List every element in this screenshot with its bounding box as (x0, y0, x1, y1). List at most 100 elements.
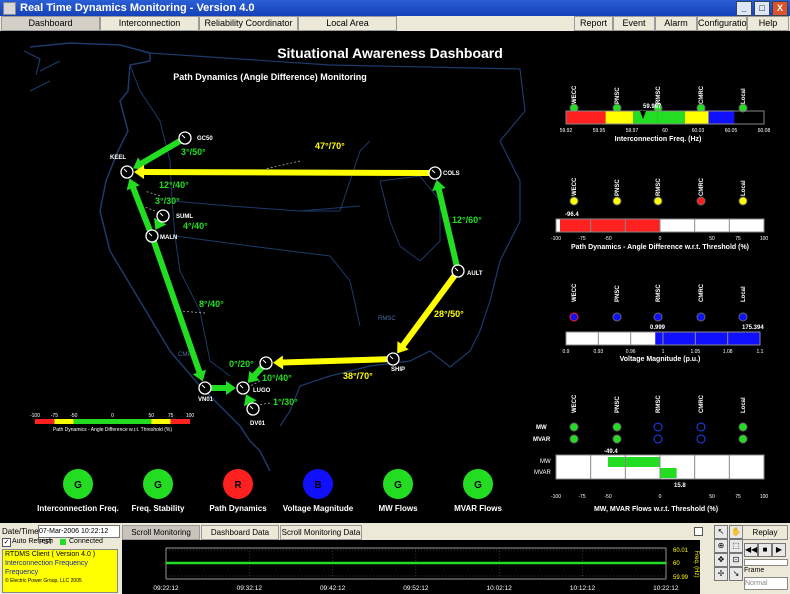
path-line (136, 138, 182, 169)
angle-tick: -100 (551, 236, 561, 242)
voltage-min-value: 0.999 (650, 325, 666, 331)
info-line-1: Interconnection Frequency (5, 560, 88, 567)
node-label-gc50: GC50 (197, 136, 213, 142)
scroll-chart: 60.01 60 59.99 Freq. (Hz) 09:22:12 09:32:12 09… (122, 540, 700, 594)
close-button[interactable]: X (772, 1, 788, 16)
voltage-tick: 1.05 (690, 349, 700, 355)
replay-button[interactable]: Replay (742, 525, 788, 540)
map-scale-caption: Path Dynamics - Angle Difference w.r.t. … (53, 427, 172, 433)
pan-tool-icon[interactable]: ✥ (714, 553, 728, 567)
cursor-tool-icon[interactable]: ↘ (729, 567, 743, 581)
flow-tick: -100 (551, 494, 561, 500)
client-version: RTDMS Client ( Version 4.0 ) (5, 551, 96, 558)
scroll-time-label: 09:32:12 (237, 585, 263, 592)
region-header: WECC (572, 283, 578, 302)
path-label: 1°/30° (273, 397, 298, 407)
region-header: Local (741, 286, 747, 302)
region-header: RMSC (656, 178, 662, 196)
node-label-ault: AULT (467, 271, 483, 277)
auto-refresh-checkbox[interactable]: ✓ (2, 538, 11, 547)
angle-value: -96.4 (565, 212, 579, 218)
menu-alarm-logs[interactable]: Alarm Logs (655, 16, 697, 41)
node-label-ship: SHIP (391, 367, 405, 373)
menu-reliability-coordinator[interactable]: Reliability Coordinator (199, 16, 298, 31)
option-checkbox[interactable] (694, 527, 703, 536)
path-label: 0°/20° (229, 359, 254, 369)
voltage-tick: 0.96 (626, 349, 636, 355)
region-dot (738, 196, 748, 206)
region-dot (696, 312, 706, 322)
auto-refresh-label: Auto Refresh (12, 538, 53, 545)
stop-icon[interactable]: ■ (758, 543, 772, 557)
region-header: RMSC (656, 284, 662, 302)
minimize-button[interactable]: _ (736, 1, 752, 16)
menu-interconnection[interactable]: Interconnection (100, 16, 199, 31)
region-header: RMSC (656, 86, 662, 104)
region-dot (653, 196, 663, 206)
scroll-time-label: 09:52:12 (403, 585, 429, 592)
datetime-label: Date/Time: (2, 527, 41, 536)
bottom-panel: Date/Time: 07-Mar-2006 10:22:12 PST ✓ Au… (0, 523, 790, 594)
title-bar: Real Time Dynamics Monitoring - Version … (0, 0, 790, 16)
freq-segment (657, 111, 685, 124)
voltage-bar (655, 332, 760, 345)
menu-configuration[interactable]: Configuration (697, 16, 752, 31)
region-header: Local (741, 397, 747, 413)
app-icon (3, 1, 16, 15)
path-arrowhead (432, 179, 446, 192)
angle-tick: 100 (760, 236, 769, 242)
region-dot (569, 312, 579, 322)
extra-path-label: 3°/30° (155, 196, 180, 206)
freq-tick: 59.97 (626, 128, 639, 134)
path-label: 8°/40° (199, 299, 224, 309)
freq-tick: 60 (662, 128, 668, 134)
tab-scroll-monitoring-data[interactable]: Scroll Monitoring Data (280, 525, 362, 540)
region-header: CMRC (699, 394, 705, 413)
scroll-time-label: 10:22:12 (653, 585, 679, 592)
map-scale-segment (54, 419, 74, 424)
scroll-time-label: 09:42:12 (320, 585, 346, 592)
replay-slider[interactable] (744, 559, 788, 566)
region-dot (738, 422, 748, 432)
region-dot (738, 434, 748, 444)
crosshair-tool-icon[interactable]: ✢ (714, 567, 728, 581)
status-label: MW Flows (378, 504, 418, 513)
menu-local-area[interactable]: Local Area (298, 16, 397, 31)
select-tool-icon[interactable]: ⬚ (729, 539, 743, 553)
menu-report[interactable]: Report (574, 16, 613, 31)
maximize-button[interactable]: □ (754, 1, 770, 16)
region-header: CMRC (699, 283, 705, 302)
tab-dashboard-data[interactable]: Dashboard Data (201, 525, 279, 540)
hand-tool-icon[interactable]: ✋ (729, 525, 743, 539)
play-icon[interactable]: ▶ (772, 543, 786, 557)
path-arrowhead (226, 381, 236, 395)
zoom-in-icon[interactable]: ⊕ (714, 539, 728, 553)
pointer-tool-icon[interactable]: ↖ (714, 525, 728, 539)
datetime-field[interactable]: 07-Mar-2006 10:22:12 PST (38, 525, 120, 546)
region-header: PNSC (615, 179, 621, 196)
status-label: MVAR Flows (454, 504, 502, 513)
angle-caption: Path Dynamics - Angle Difference w.r.t. … (571, 244, 749, 251)
menu-event-files[interactable]: Event Files (613, 16, 655, 41)
flow-mvar-value: 15.8 (674, 483, 686, 489)
copyright: © Electric Power Group, LLC 2005 (5, 578, 82, 584)
region-dot (569, 434, 579, 444)
frame-select[interactable]: Normal (744, 577, 788, 590)
menu-help[interactable]: Help (747, 16, 789, 31)
menu-dashboard[interactable]: Dashboard (1, 16, 100, 31)
flow-mvar-bar (660, 468, 677, 478)
angle-tick: 75 (735, 236, 741, 242)
zoom-box-icon[interactable]: ⊡ (729, 553, 743, 567)
map-scale-tick: 0 (111, 413, 114, 419)
voltage-tick: 1.08 (723, 349, 733, 355)
region-dot (612, 422, 622, 432)
dashboard-area: RMSC CMP Situational Awareness Dashboard Pa… (0, 31, 790, 523)
tab-scroll-monitoring[interactable]: Scroll Monitoring (122, 525, 200, 540)
status-label: Voltage Magnitude (283, 504, 354, 513)
map-scale-segment (151, 419, 171, 424)
freq-segment (684, 111, 709, 124)
path-label: 38°/70° (343, 371, 373, 381)
rewind-icon[interactable]: ◀◀ (744, 543, 758, 557)
freq-tick: 59.95 (593, 128, 606, 134)
region-label-rmsc: RMSC (378, 316, 396, 322)
